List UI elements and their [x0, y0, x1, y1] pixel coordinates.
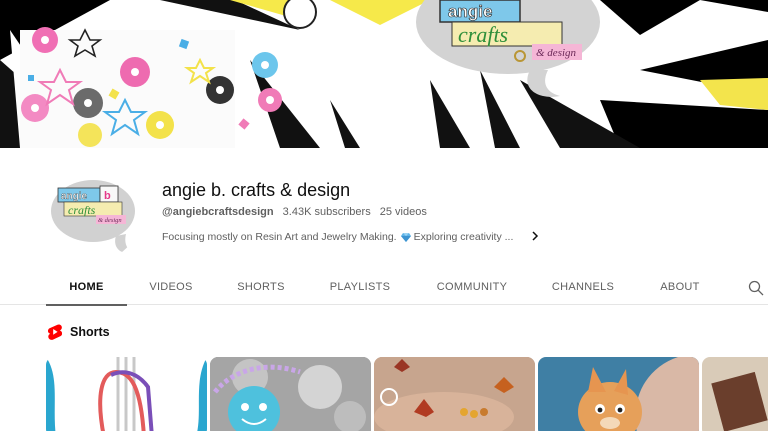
channel-description[interactable]: Focusing mostly on Resin Art and Jewelry… — [162, 231, 513, 243]
short-thumbnail[interactable] — [702, 357, 768, 431]
tab-shorts[interactable]: SHORTS — [228, 272, 294, 305]
short-thumbnail[interactable] — [46, 357, 207, 431]
channel-handle: @angiebcraftsdesign — [162, 206, 274, 218]
tab-channels[interactable]: CHANNELS — [544, 272, 622, 305]
tab-videos[interactable]: VIDEOS — [140, 272, 202, 305]
channel-name: angie b. crafts & design — [162, 180, 351, 200]
video-count: 25 videos — [379, 206, 427, 218]
tab-about[interactable]: ABOUT — [650, 272, 710, 305]
short-thumbnail[interactable] — [374, 357, 535, 431]
svg-text:& design: & design — [536, 47, 577, 59]
tab-community[interactable]: COMMUNITY — [428, 272, 516, 305]
channel-tabs: HOME VIDEOS SHORTS PLAYLISTS COMMUNITY C… — [0, 272, 768, 306]
gem-icon — [400, 233, 411, 242]
shorts-section-header: Shorts — [48, 323, 110, 341]
svg-text:& design: & design — [98, 217, 122, 224]
short-thumbnail[interactable] — [538, 357, 699, 431]
tab-home[interactable]: HOME — [46, 272, 127, 306]
description-text-end: Exploring creativity ... — [413, 231, 514, 243]
subscriber-count: 3.43K subscribers — [282, 206, 371, 218]
short-thumbnail[interactable] — [210, 357, 371, 431]
shorts-icon — [48, 324, 62, 340]
svg-text:angie: angie — [61, 191, 88, 202]
channel-banner: angie crafts & design — [0, 0, 768, 148]
tab-playlists[interactable]: PLAYLISTS — [320, 272, 400, 305]
description-text-start: Focusing mostly on Resin Art and Jewelry… — [162, 231, 397, 243]
svg-text:angie: angie — [448, 2, 492, 21]
search-icon[interactable] — [748, 280, 764, 296]
shorts-section-title: Shorts — [70, 325, 110, 339]
svg-text:b: b — [104, 190, 111, 202]
svg-text:crafts: crafts — [68, 203, 96, 217]
channel-avatar[interactable]: angie b crafts & design — [46, 168, 140, 262]
svg-text:crafts: crafts — [458, 22, 508, 47]
channel-meta: @angiebcraftsdesign 3.43K subscribers 25… — [162, 206, 427, 218]
chevron-right-icon[interactable] — [528, 229, 542, 243]
